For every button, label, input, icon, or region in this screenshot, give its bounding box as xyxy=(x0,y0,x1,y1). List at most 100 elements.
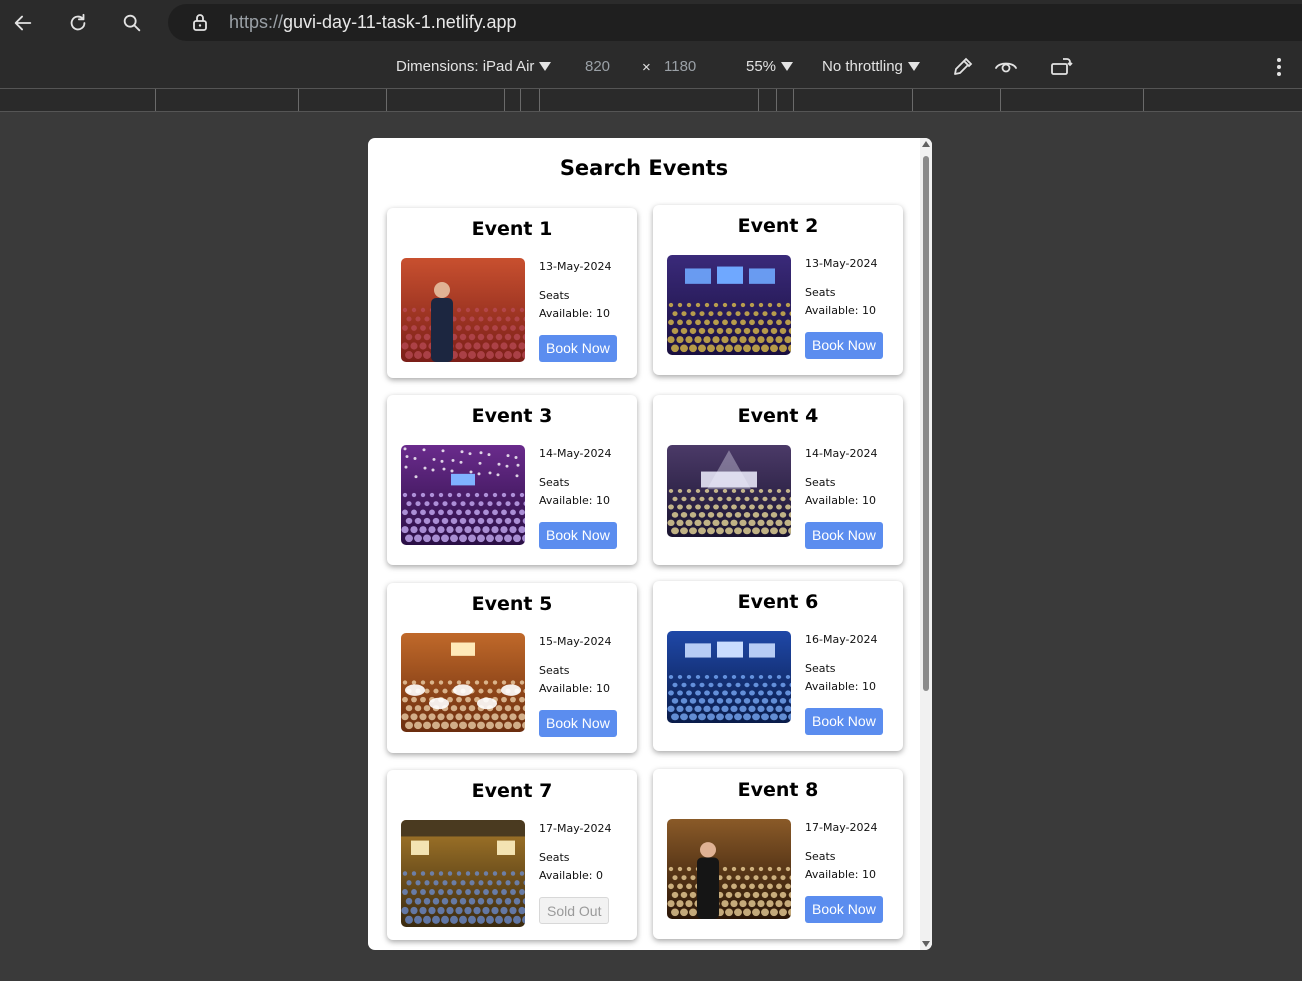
event-card: Event 2 13-May-2024 Seats Available: 10 Book… xyxy=(653,205,903,375)
ruler-tick xyxy=(912,89,913,111)
throttling-dropdown[interactable]: No throttling xyxy=(822,58,920,75)
event-card: Event 1 13-May-2024 Seats Available: 10 Book… xyxy=(387,208,637,378)
event-card: Event 6 16-May-2024 Seats Available: 10 Book… xyxy=(653,581,903,751)
url-host: guvi-day-11-task-1.netlify.app xyxy=(283,12,517,32)
event-image xyxy=(401,258,525,362)
scrollbar[interactable] xyxy=(920,138,932,950)
device-viewport: Search Events Event 1 13-May-2024 Seats Ava… xyxy=(368,138,932,950)
seats-available: Available: 10 xyxy=(805,304,876,317)
device-toolbar: Dimensions: iPad Air 820 × 1180 55% No t… xyxy=(0,46,1302,88)
event-image-art xyxy=(401,820,525,927)
reload-button[interactable] xyxy=(62,7,94,39)
seats-prefix: Seats xyxy=(539,664,570,677)
event-image-art xyxy=(401,258,525,362)
event-image xyxy=(401,633,525,732)
event-title: Event 7 xyxy=(471,780,553,802)
media-query-ruler[interactable] xyxy=(0,88,1302,112)
seats-available: Available: 10 xyxy=(805,494,876,507)
ruler-tick xyxy=(539,89,540,111)
ruler-tick xyxy=(155,89,156,111)
chevron-down-icon xyxy=(539,62,552,71)
seats-prefix: Seats xyxy=(805,286,836,299)
book-now-button[interactable]: Book Now xyxy=(539,710,617,737)
seats-prefix: Seats xyxy=(539,476,570,489)
seats-prefix: Seats xyxy=(805,476,836,489)
book-now-button[interactable]: Book Now xyxy=(805,708,883,735)
event-card: Event 8 17-May-2024 Seats Available: 10 Book… xyxy=(653,769,903,939)
seats-available: Available: 0 xyxy=(539,869,603,882)
vision-icon[interactable] xyxy=(994,55,1018,79)
seats-available: Available: 10 xyxy=(539,307,610,320)
scroll-thumb[interactable] xyxy=(923,156,929,691)
search-icon xyxy=(123,14,141,32)
seats-prefix: Seats xyxy=(805,662,836,675)
seats-available: Available: 10 xyxy=(805,680,876,693)
event-card: Event 7 17-May-2024 Seats Available: 0 Sold … xyxy=(387,770,637,940)
arrow-left-icon xyxy=(14,15,32,31)
url-protocol: https:// xyxy=(229,12,284,32)
event-card: Event 5 15-May-2024 Seats Available: 10 Book… xyxy=(387,583,637,753)
eyedropper-icon[interactable] xyxy=(951,55,975,79)
event-image-art xyxy=(667,445,791,537)
lock-icon[interactable] xyxy=(190,12,210,32)
rotate-icon[interactable] xyxy=(1049,55,1073,79)
event-image xyxy=(401,820,525,927)
book-now-button[interactable]: Book Now xyxy=(805,896,883,923)
height-input[interactable]: 1180 xyxy=(664,58,696,75)
seats-prefix: Seats xyxy=(539,289,570,302)
event-date: 17-May-2024 xyxy=(805,821,878,834)
event-title: Event 8 xyxy=(737,779,819,801)
dimensions-label: Dimensions: iPad Air xyxy=(396,58,535,75)
scroll-up-icon[interactable] xyxy=(922,141,930,147)
event-date: 15-May-2024 xyxy=(539,635,612,648)
event-date: 17-May-2024 xyxy=(539,822,612,835)
book-now-button[interactable]: Book Now xyxy=(539,335,617,362)
chevron-down-icon xyxy=(781,62,794,71)
ruler-tick xyxy=(520,89,521,111)
browser-toolbar: https://guvi-day-11-task-1.netlify.app xyxy=(0,0,1302,46)
event-title: Event 6 xyxy=(737,591,819,613)
reload-icon xyxy=(70,13,86,31)
event-image-art xyxy=(401,445,525,545)
url-text[interactable]: https://guvi-day-11-task-1.netlify.app xyxy=(229,12,516,33)
seats-prefix: Seats xyxy=(539,851,570,864)
scroll-down-icon[interactable] xyxy=(922,941,930,947)
book-now-button[interactable]: Book Now xyxy=(539,522,617,549)
seats-available: Available: 10 xyxy=(539,494,610,507)
search-button[interactable] xyxy=(116,7,148,39)
event-image xyxy=(667,631,791,723)
event-seats: Seats Available: 10 xyxy=(805,660,895,696)
event-date: 13-May-2024 xyxy=(539,260,612,273)
event-date: 14-May-2024 xyxy=(539,447,612,460)
event-seats: Seats Available: 10 xyxy=(539,662,629,698)
event-title: Event 2 xyxy=(737,215,819,237)
address-bar[interactable]: https://guvi-day-11-task-1.netlify.app xyxy=(168,4,1302,41)
event-image-art xyxy=(667,819,791,919)
event-seats: Seats Available: 10 xyxy=(805,848,895,884)
event-date: 13-May-2024 xyxy=(805,257,878,270)
event-image xyxy=(667,445,791,537)
width-input[interactable]: 820 xyxy=(585,58,610,75)
back-button[interactable] xyxy=(7,7,39,39)
event-image xyxy=(667,819,791,919)
seats-available: Available: 10 xyxy=(539,682,610,695)
event-title: Event 4 xyxy=(737,405,819,427)
book-now-button[interactable]: Book Now xyxy=(805,332,883,359)
book-now-button[interactable]: Book Now xyxy=(805,522,883,549)
event-image-art xyxy=(401,633,525,732)
event-image-art xyxy=(667,255,791,355)
event-title: Event 1 xyxy=(471,218,553,240)
event-card: Event 4 14-May-2024 Seats Available: 10 Book… xyxy=(653,395,903,565)
event-date: 14-May-2024 xyxy=(805,447,878,460)
event-seats: Seats Available: 10 xyxy=(805,474,895,510)
more-vert-icon[interactable] xyxy=(1267,55,1291,79)
event-seats: Seats Available: 0 xyxy=(539,849,629,885)
dimensions-dropdown[interactable]: Dimensions: iPad Air xyxy=(396,58,552,75)
ruler-tick xyxy=(758,89,759,111)
event-seats: Seats Available: 10 xyxy=(539,287,629,323)
event-image xyxy=(401,445,525,545)
event-seats: Seats Available: 10 xyxy=(539,474,629,510)
zoom-dropdown[interactable]: 55% xyxy=(746,58,794,75)
sold-out-button[interactable]: Sold Out xyxy=(539,897,610,924)
seats-available: Available: 10 xyxy=(805,868,876,881)
